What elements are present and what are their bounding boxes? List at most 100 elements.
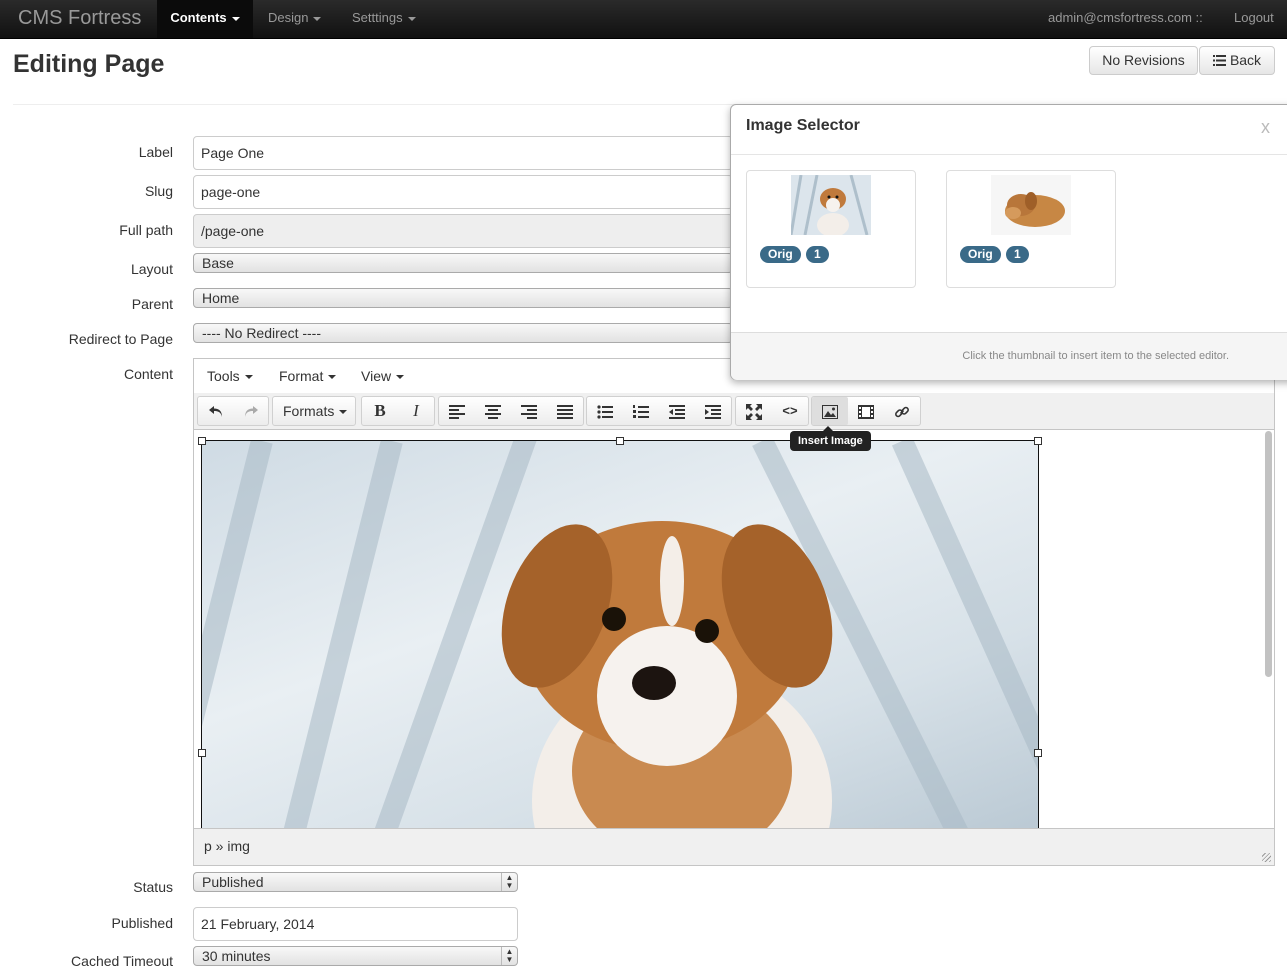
cached-timeout-select[interactable]: 30 minutes ▲ ▼ [193,946,518,966]
nav-design-label: Design [268,10,309,25]
undo-icon[interactable] [198,397,234,425]
view-group: <> [735,396,809,426]
content-label: Content [123,366,173,382]
editor-scrollbar[interactable] [1265,431,1272,677]
published-date-input[interactable]: 21 February, 2014 [193,907,518,941]
no-revisions-button[interactable]: No Revisions [1089,46,1198,75]
italic-icon[interactable]: I [398,397,434,425]
label-input[interactable]: Page One [193,136,733,170]
chevron-down-icon [313,16,322,21]
insert-group [811,396,921,426]
formats-dropdown[interactable]: Formats [272,396,356,426]
top-navbar: CMS Fortress Contents Design Setttings a… [0,0,1287,39]
select-arrows-icon: ▲ ▼ [501,947,517,965]
resize-handle[interactable] [1034,437,1042,445]
align-center-icon[interactable] [475,397,511,425]
history-group [197,396,269,426]
fullscreen-icon[interactable] [736,397,772,425]
resize-grip-icon[interactable] [1262,853,1271,862]
full-path-input: /page-one [193,214,733,248]
menu-format[interactable]: Format [279,368,337,384]
indent-icon[interactable] [695,397,731,425]
published-label: Published [111,915,174,931]
editor-toolbar: Formats B I <> [194,393,1274,430]
cached-timeout-value: 30 minutes [202,948,271,964]
insert-link-icon[interactable] [884,397,920,425]
rich-text-editor: Tools Format View Formats B I <> p » img [193,358,1275,866]
menu-view-label: View [361,368,392,384]
redirect-label: Redirect to Page [68,331,173,347]
menu-tools[interactable]: Tools [207,368,253,384]
nav-settings-label: Setttings [352,10,403,25]
parent-label: Parent [131,296,173,312]
size-badge[interactable]: 1 [806,246,829,263]
resize-handle[interactable] [198,437,206,445]
parent-select[interactable]: Home [193,288,733,308]
resize-handle[interactable] [1034,749,1042,757]
size-badge[interactable]: 1 [1006,246,1029,263]
orig-badge[interactable]: Orig [960,246,1001,263]
chevron-down-icon [339,410,348,415]
image-thumbnail-card[interactable]: Orig 1 [746,170,916,288]
editor-content-area[interactable] [194,429,1264,829]
chevron-down-icon [244,375,253,380]
text-style-group: B I [361,396,435,426]
selected-image[interactable] [201,440,1039,829]
list-icon [1212,48,1226,75]
list-group [586,396,732,426]
orig-badge[interactable]: Orig [760,246,801,263]
alignment-group [438,396,584,426]
chevron-down-icon [231,16,240,21]
page-title: Editing Page [13,50,165,78]
logout-link[interactable]: Logout [1234,0,1274,38]
image-selector-panel: Image Selector x Orig 1 Orig 1 Click the… [730,104,1287,380]
nav-design[interactable]: Design [268,0,322,38]
puppy-thumbnail[interactable] [791,175,871,235]
insert-image-tooltip: Insert Image [790,426,871,451]
brand-logo[interactable]: CMS Fortress [18,7,141,30]
menu-format-label: Format [279,368,324,384]
insert-image-icon[interactable] [812,397,848,425]
close-icon[interactable]: x [1261,117,1270,138]
layout-label: Layout [130,261,173,277]
bold-icon[interactable]: B [362,397,398,425]
menu-view[interactable]: View [361,368,405,384]
code-icon[interactable]: <> [772,397,808,425]
nav-contents[interactable]: Contents [157,0,253,38]
back-button-label: Back [1229,52,1262,68]
status-label: Status [133,879,173,895]
slug-field-label: Slug [144,183,173,199]
label-field-label: Label [138,144,173,160]
layout-select[interactable]: Base [193,253,733,273]
align-right-icon[interactable] [511,397,547,425]
chevron-down-icon [396,375,405,380]
formats-label: Formats [283,403,335,419]
cached-timeout-label: Cached Timeout [71,953,173,969]
chevron-down-icon [407,16,416,21]
user-email[interactable]: admin@cmsfortress.com :: [1048,0,1203,38]
footer-hint: Click the thumbnail to insert item to th… [962,350,1229,362]
menu-tools-label: Tools [207,368,240,384]
status-select[interactable]: Published ▲ ▼ [193,872,518,892]
status-value: Published [202,874,264,890]
nav-settings[interactable]: Setttings [352,0,416,38]
redirect-select[interactable]: ---- No Redirect ---- [193,323,733,343]
align-justify-icon[interactable] [547,397,583,425]
slug-input[interactable]: page-one [193,175,733,209]
image-selector-title: Image Selector [746,117,860,134]
sleeping-puppy-thumbnail[interactable] [991,175,1071,235]
insert-media-icon[interactable] [848,397,884,425]
puppy-photo [202,441,1038,829]
image-selector-footer: Click the thumbnail to insert item to th… [731,332,1287,380]
back-button[interactable]: Back [1199,46,1275,75]
image-thumbnail-card[interactable]: Orig 1 [946,170,1116,288]
outdent-icon[interactable] [659,397,695,425]
select-arrows-icon: ▲ ▼ [501,873,517,891]
bullet-list-icon[interactable] [587,397,623,425]
redo-icon[interactable] [233,397,269,425]
element-path[interactable]: p » img [204,838,250,854]
numbered-list-icon[interactable] [623,397,659,425]
align-left-icon[interactable] [439,397,475,425]
resize-handle[interactable] [616,437,624,445]
resize-handle[interactable] [198,749,206,757]
